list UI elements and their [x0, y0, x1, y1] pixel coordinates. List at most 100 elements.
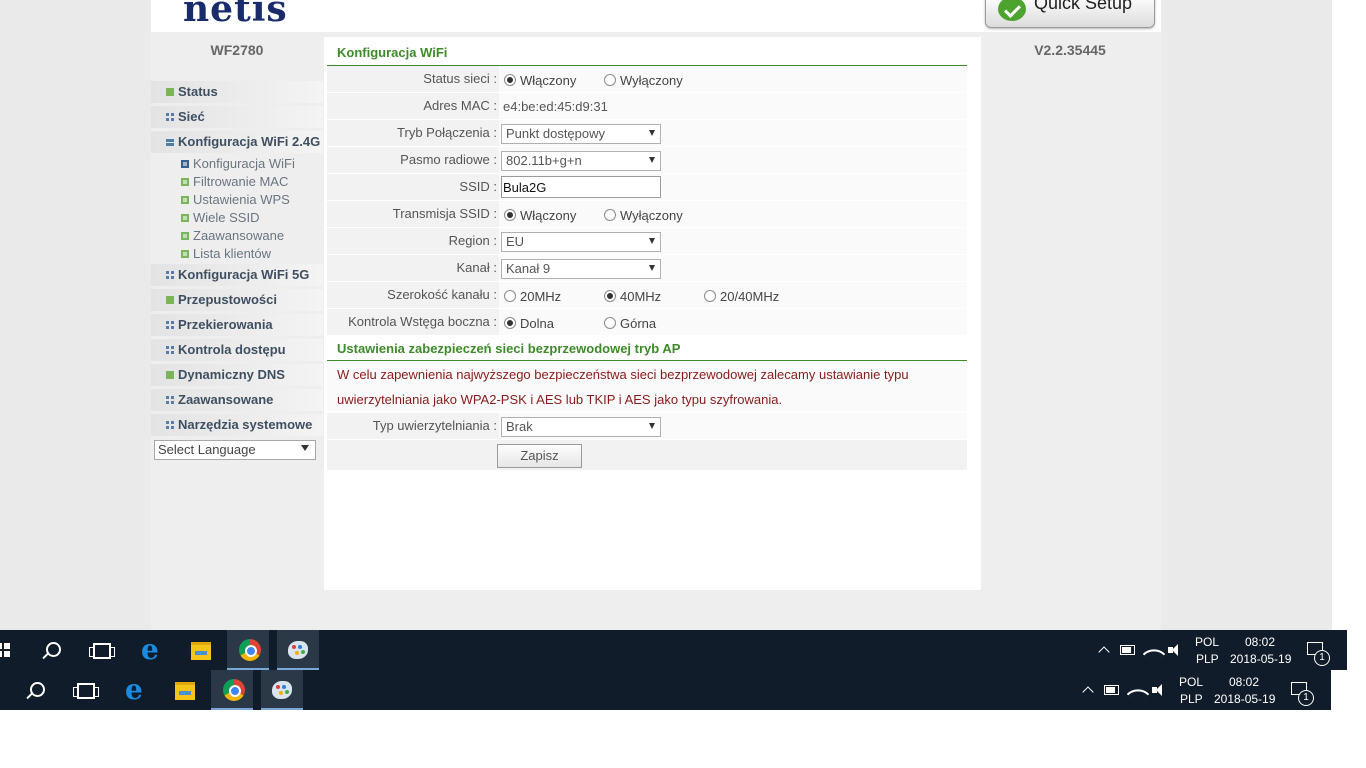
radio-icon [604, 74, 616, 86]
width-20-40-radio[interactable]: 20/40MHz [704, 289, 779, 304]
status-row: Status sieci : Włączony Wyłączony [327, 66, 967, 93]
sidebar-item-status[interactable]: Status [151, 81, 323, 103]
radio-selected-icon [504, 74, 516, 86]
volume-icon[interactable] [1168, 644, 1178, 656]
sideband-row: Kontrola Wstęga boczna : Dolna Górna [327, 309, 967, 336]
status-on-radio[interactable]: Włączony [504, 73, 576, 88]
radio-label: Włączony [520, 208, 577, 223]
sidebar-item-access-control[interactable]: Kontrola dostępu [151, 339, 323, 361]
status-off-radio[interactable]: Wyłączony [604, 73, 683, 88]
chevron-up-icon[interactable] [1098, 646, 1110, 658]
model-name: WF2780 [210, 42, 264, 58]
radio-label: 40MHz [620, 289, 662, 304]
language-select[interactable]: Select Language [154, 440, 316, 460]
quick-setup-button[interactable]: Quick Setup [985, 0, 1155, 28]
dropdown-arrow-icon [301, 445, 309, 451]
sidebar-item-wifi-5g[interactable]: Konfiguracja WiFi 5G [151, 264, 323, 286]
grid-icon [166, 396, 174, 404]
keyboard-layout[interactable]: PLP [1180, 692, 1203, 706]
router-header: netis Quick Setup [151, 0, 1161, 32]
chevron-up-icon[interactable] [1082, 686, 1094, 698]
radio-label: Wyłączony [620, 208, 683, 223]
field-label: Region : [448, 233, 497, 248]
auth-type-select[interactable]: Brak [501, 417, 661, 437]
start-windows-icon[interactable] [0, 643, 10, 657]
search-icon[interactable] [30, 682, 45, 697]
field-label: Szerokość kanału : [387, 287, 497, 302]
radio-selected-icon [504, 209, 516, 221]
connection-mode-select[interactable]: Punkt dostępowy [501, 124, 661, 144]
subitem-label: Ustawienia WPS [193, 192, 290, 207]
paint-icon[interactable] [272, 681, 292, 699]
sideband-upper-radio[interactable]: Górna [604, 316, 656, 331]
field-label: Typ uwierzytelniania : [372, 418, 497, 433]
broadcast-on-radio[interactable]: Włączony [504, 208, 576, 223]
wifi-icon[interactable] [1142, 642, 1166, 666]
field-label: Kanał : [456, 260, 497, 275]
radio-label: Wyłączony [620, 73, 683, 88]
task-view-icon[interactable] [73, 683, 99, 699]
clock-date[interactable]: 2018-05-19 [1230, 652, 1291, 666]
channel-width-row: Szerokość kanału : 20MHz 40MHz 20/40MHz [327, 282, 967, 309]
bullet-icon [181, 250, 189, 258]
netis-logo: netis [183, 0, 288, 30]
battery-icon[interactable] [1104, 685, 1119, 695]
input-language[interactable]: POL [1195, 635, 1219, 649]
width-20-radio[interactable]: 20MHz [504, 289, 561, 304]
sidebar-item-bandwidth[interactable]: Przepustowości [151, 289, 323, 311]
sideband-lower-radio[interactable]: Dolna [504, 316, 554, 331]
ssid-input[interactable]: Bula2G [501, 176, 661, 198]
bullet-icon [181, 196, 189, 204]
mac-address: e4:be:ed:45:d9:31 [503, 99, 608, 114]
input-language[interactable]: POL [1179, 675, 1203, 689]
radio-label: 20/40MHz [720, 289, 780, 304]
battery-icon[interactable] [1120, 645, 1135, 655]
region-select[interactable]: EU [501, 232, 661, 252]
save-button[interactable]: Zapisz [497, 444, 582, 468]
chrome-icon[interactable] [223, 679, 245, 701]
search-icon[interactable] [46, 642, 61, 657]
broadcast-row: Transmisja SSID : Włączony Wyłączony [327, 201, 967, 228]
chrome-icon[interactable] [239, 639, 261, 661]
bullet-icon [181, 232, 189, 240]
collapse-icon [166, 138, 174, 146]
channel-select[interactable]: Kanał 9 [501, 259, 661, 279]
radio-band-select[interactable]: 802.11b+g+n [501, 151, 661, 171]
edge-browser-icon[interactable]: e [141, 636, 159, 664]
language-select-value: Select Language [158, 442, 256, 457]
dropdown-arrow-icon [649, 265, 655, 271]
clock-time[interactable]: 08:02 [1229, 675, 1259, 689]
sidebar-item-forwarding[interactable]: Przekierowania [151, 314, 323, 336]
sidebar-item-network[interactable]: Sieć [151, 106, 323, 128]
wifi-icon[interactable] [1126, 682, 1150, 706]
checkmark-icon [998, 0, 1026, 21]
subitem-label: Zaawansowane [193, 228, 285, 243]
sidebar-item-wifi-24g[interactable]: Konfiguracja WiFi 2.4G [151, 131, 323, 153]
sidebar-item-label: Narzędzia systemowe [178, 417, 313, 432]
subitem-label: Lista klientów [193, 246, 272, 261]
sidebar-item-ddns[interactable]: Dynamiczny DNS [151, 364, 323, 386]
sidebar-item-advanced[interactable]: Zaawansowane [151, 389, 323, 411]
paint-icon[interactable] [288, 641, 308, 659]
ssid-row: SSID : Bula2G [327, 174, 967, 201]
clock-date[interactable]: 2018-05-19 [1214, 692, 1275, 706]
edge-browser-icon[interactable]: e [125, 676, 143, 704]
subitem-label: Konfiguracja WiFi [193, 156, 295, 171]
region-row: Region : EU [327, 228, 967, 255]
volume-icon[interactable] [1152, 684, 1162, 696]
clock-time[interactable]: 08:02 [1245, 635, 1275, 649]
task-view-icon[interactable] [89, 643, 115, 659]
mac-row: Adres MAC : e4:be:ed:45:d9:31 [327, 93, 967, 120]
width-40-radio[interactable]: 40MHz [604, 289, 661, 304]
sidebar-item-system-tools[interactable]: Narzędzia systemowe [151, 414, 323, 436]
keyboard-layout[interactable]: PLP [1196, 652, 1219, 666]
security-warning: W celu zapewnienia najwyższego bezpiecze… [327, 361, 967, 411]
dropdown-arrow-icon [649, 423, 655, 429]
broadcast-off-radio[interactable]: Wyłączony [604, 208, 683, 223]
security-section-title: Ustawienia zabezpieczeń sieci bezprzewod… [337, 341, 681, 356]
select-value: Brak [506, 419, 533, 434]
file-explorer-icon[interactable] [175, 682, 195, 700]
field-label: SSID : [459, 179, 497, 194]
grid-icon [166, 321, 174, 329]
file-explorer-icon[interactable] [191, 642, 211, 660]
